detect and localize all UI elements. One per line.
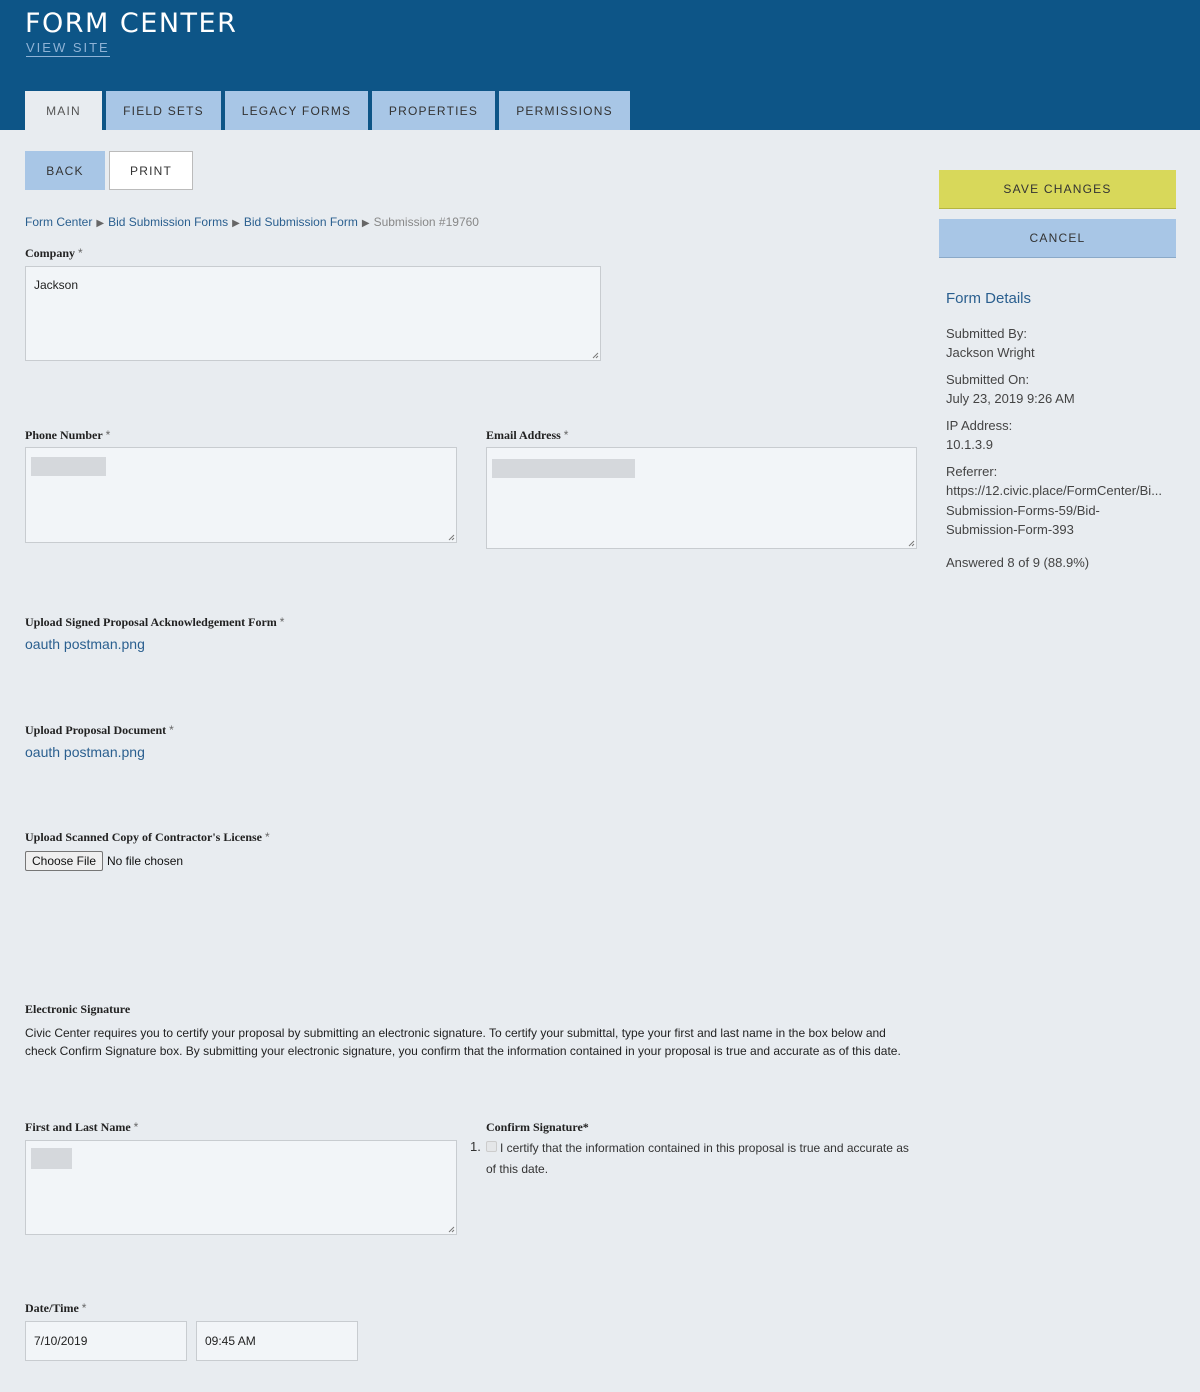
breadcrumb-separator: ▶ — [361, 218, 370, 229]
tab-legacy-forms[interactable]: LEGACY FORMS — [225, 91, 368, 130]
phone-field[interactable] — [25, 447, 457, 543]
submitted-by-value: Jackson Wright — [946, 345, 1035, 360]
company-field[interactable]: Jackson — [25, 266, 601, 361]
upload-ack-label: Upload Signed Proposal Acknowledgement F… — [25, 615, 285, 629]
back-button[interactable]: BACK — [25, 151, 105, 190]
name-field[interactable] — [25, 1140, 457, 1235]
breadcrumb-bid-submission-form[interactable]: Bid Submission Form — [244, 215, 358, 229]
referrer-line-2: Submission-Forms-59/Bid- — [946, 503, 1100, 518]
upload-proposal-file-link[interactable]: oauth postman.png — [25, 744, 145, 760]
upload-license-label: Upload Scanned Copy of Contractor's Lice… — [25, 830, 270, 844]
save-changes-button[interactable]: SAVE CHANGES — [939, 170, 1176, 209]
header-bar: FORM CENTER VIEW SITE MAIN FIELD SETS LE… — [0, 0, 1200, 130]
referrer-label: Referrer: — [946, 464, 998, 479]
breadcrumb: Form Center ▶ Bid Submission Forms ▶ Bid Sub… — [25, 215, 479, 229]
phone-label: Phone Number * — [25, 428, 111, 442]
signature-description: Civic Center requires you to certify you… — [25, 1026, 901, 1058]
company-label: Company * — [25, 246, 83, 260]
resize-handle-icon[interactable] — [591, 351, 599, 359]
upload-ack-file-link[interactable]: oauth postman.png — [25, 636, 145, 652]
email-label: Email Address * — [486, 428, 569, 442]
redacted-phone — [31, 457, 106, 476]
email-field[interactable] — [486, 447, 917, 549]
ip-address-value: 10.1.3.9 — [946, 437, 993, 452]
datetime-label: Date/Time * — [25, 1301, 87, 1315]
breadcrumb-separator: ▶ — [232, 218, 240, 229]
app-title: FORM CENTER — [25, 8, 238, 39]
certify-text: I certify that the information contained… — [486, 1141, 909, 1176]
resize-handle-icon[interactable] — [447, 533, 455, 541]
company-value: Jackson — [34, 278, 79, 292]
file-status: No file chosen — [107, 854, 184, 868]
resize-handle-icon[interactable] — [907, 539, 915, 547]
upload-proposal-label: Upload Proposal Document * — [25, 723, 174, 737]
submitted-by-label: Submitted By: — [946, 326, 1027, 341]
print-button[interactable]: PRINT — [109, 151, 193, 190]
breadcrumb-form-center[interactable]: Form Center — [25, 215, 92, 229]
confirm-signature-label: Confirm Signature* — [486, 1120, 589, 1134]
breadcrumb-separator: ▶ — [96, 218, 105, 229]
tab-properties[interactable]: PROPERTIES — [372, 91, 495, 130]
view-site-link[interactable]: VIEW SITE — [26, 39, 110, 57]
referrer-line-3: Submission-Form-393 — [946, 522, 1074, 537]
list-number: 1. — [470, 1139, 481, 1154]
date-input[interactable]: 7/10/2019 — [25, 1321, 187, 1361]
choose-file-button[interactable]: Choose File — [25, 851, 103, 871]
tab-main[interactable]: MAIN — [25, 91, 102, 130]
submitted-on-value: July 23, 2019 9:26 AM — [946, 391, 1075, 406]
signature-heading: Electronic Signature — [25, 1002, 131, 1016]
name-label: First and Last Name * — [25, 1120, 139, 1134]
redacted-name — [31, 1148, 72, 1169]
resize-handle-icon[interactable] — [447, 1225, 455, 1233]
answered-count: Answered 8 of 9 (88.9%) — [946, 555, 1090, 570]
certify-checkbox[interactable] — [486, 1141, 497, 1152]
cancel-button[interactable]: CANCEL — [939, 219, 1176, 258]
ip-address-label: IP Address: — [946, 418, 1013, 433]
redacted-email — [492, 459, 635, 478]
tab-permissions[interactable]: PERMISSIONS — [499, 91, 630, 130]
submitted-on-label: Submitted On: — [946, 372, 1030, 387]
time-input[interactable]: 09:45 AM — [196, 1321, 358, 1361]
form-details-title: Form Details — [946, 290, 1032, 307]
breadcrumb-current: Submission #19760 — [373, 215, 479, 229]
breadcrumb-bid-submission-forms[interactable]: Bid Submission Forms — [108, 215, 228, 229]
referrer-line-1: https://12.civic.place/FormCenter/Bi... — [946, 483, 1163, 498]
tab-bar: MAIN FIELD SETS LEGACY FORMS PROPERTIES … — [25, 91, 634, 130]
tab-field-sets[interactable]: FIELD SETS — [106, 91, 221, 130]
